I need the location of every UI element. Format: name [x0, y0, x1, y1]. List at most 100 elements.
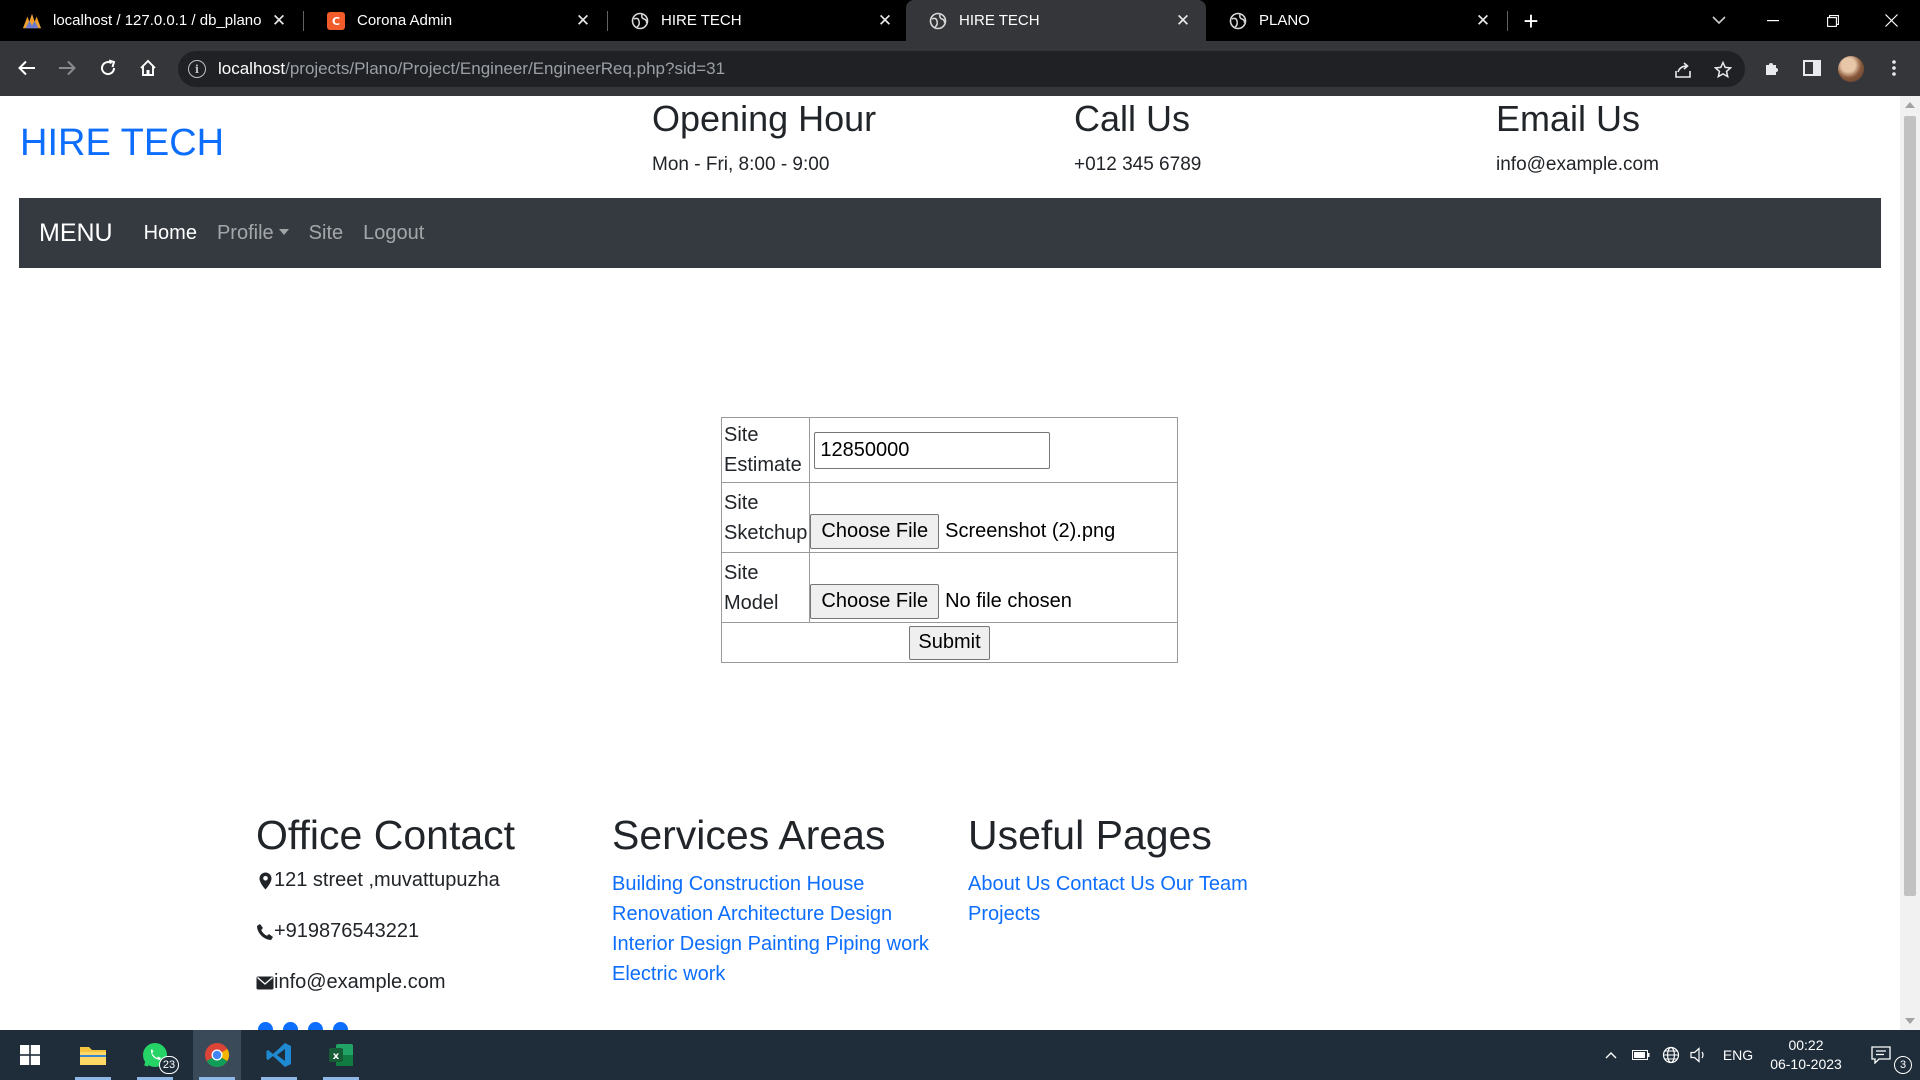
vscode-icon [266, 1043, 291, 1067]
new-tab-button[interactable]: + [1517, 6, 1545, 36]
tab-plano[interactable]: PLANO ✕ [1206, 0, 1506, 41]
side-panel-icon[interactable] [1798, 54, 1826, 82]
service-link[interactable]: Piping work [825, 933, 928, 955]
submit-row: Submit [721, 622, 1178, 663]
tab-title: localhost / 127.0.0.1 / db_plano [53, 12, 262, 29]
close-tab-icon[interactable]: ✕ [572, 10, 594, 32]
vscode-app[interactable] [255, 1030, 303, 1080]
tab-corona-admin[interactable]: C Corona Admin ✕ [304, 0, 606, 41]
service-link[interactable]: Building Construction [612, 873, 801, 895]
site-estimate-label: Site Estimate [720, 417, 811, 483]
office-address: 121 street ,muvattupuzha [256, 869, 515, 892]
social-icons-row[interactable] [258, 1022, 348, 1030]
profile-avatar[interactable] [1838, 56, 1864, 82]
site-info-icon[interactable]: i [188, 60, 206, 78]
service-link[interactable]: Renovation [612, 903, 713, 925]
notification-center-icon[interactable] [1866, 1030, 1896, 1080]
clock-time: 00:22 [1788, 1037, 1824, 1053]
service-link[interactable]: Electric work [612, 963, 725, 985]
site-model-cell: Choose File No file chosen [809, 552, 1178, 623]
page-link[interactable]: Our Team [1160, 873, 1247, 895]
excel-app[interactable]: x [317, 1030, 365, 1080]
close-tab-icon[interactable]: ✕ [1172, 10, 1194, 32]
whatsapp-app[interactable]: 23 [131, 1030, 179, 1080]
page-link[interactable]: Contact Us [1056, 873, 1155, 895]
address-bar[interactable]: i localhost/projects/Plano/Project/Engin… [178, 51, 1745, 87]
file-explorer-app[interactable] [69, 1030, 117, 1080]
close-window-button[interactable] [1868, 0, 1914, 41]
tab-title: HIRE TECH [661, 12, 742, 29]
address-url[interactable]: localhost/projects/Plano/Project/Enginee… [218, 59, 725, 79]
choose-sketchup-file-button[interactable]: Choose File [810, 514, 940, 549]
chrome-icon [205, 1043, 230, 1068]
share-icon[interactable] [1672, 59, 1694, 81]
back-button[interactable] [13, 54, 41, 82]
email-us-address: info@example.com [1496, 154, 1659, 175]
tab-hire-tech[interactable]: HIRE TECH ✕ [608, 0, 908, 41]
tab-search-chevron-icon[interactable] [1696, 0, 1742, 41]
minimize-button[interactable] [1750, 0, 1796, 41]
call-us-block: Call Us +012 345 6789 [1074, 96, 1201, 176]
close-tab-icon[interactable]: ✕ [268, 10, 290, 32]
restore-button[interactable] [1810, 0, 1856, 41]
kebab-menu-icon[interactable] [1880, 54, 1908, 82]
reload-button[interactable] [94, 54, 122, 82]
service-link[interactable]: Architecture Design [718, 903, 893, 925]
close-tab-icon[interactable]: ✕ [1472, 10, 1494, 32]
facebook-icon[interactable] [283, 1022, 298, 1030]
twitter-icon[interactable] [258, 1022, 273, 1030]
youtube-icon[interactable] [308, 1022, 323, 1030]
nav-site[interactable]: Site [309, 222, 343, 245]
office-contact-title: Office Contact [256, 812, 516, 858]
battery-icon[interactable] [1630, 1030, 1652, 1080]
extensions-puzzle-icon[interactable] [1758, 54, 1786, 82]
browser-tab-strip: localhost / 127.0.0.1 / db_plano ✕ C Cor… [0, 0, 1920, 41]
close-tab-icon[interactable]: ✕ [874, 10, 896, 32]
page-scrollbar[interactable] [1900, 96, 1920, 1030]
tab-title: Corona Admin [357, 12, 453, 29]
model-file-picker: Choose File No file chosen [810, 584, 1177, 619]
system-clock[interactable]: 00:22 06-10-2023 [1760, 1036, 1852, 1074]
start-button[interactable] [6, 1030, 54, 1080]
home-button[interactable] [134, 54, 162, 82]
nav-profile-dropdown[interactable]: Profile [217, 222, 289, 245]
main-navbar: MENU Home Profile Site Logout [19, 198, 1881, 268]
globe-icon [928, 11, 948, 31]
menu-brand[interactable]: MENU [39, 219, 113, 248]
bookmark-star-icon[interactable] [1712, 59, 1734, 81]
page-link[interactable]: Projects [968, 903, 1040, 925]
language-indicator[interactable]: ENG [1718, 1030, 1758, 1080]
show-hidden-icons-chevron-icon[interactable] [1600, 1030, 1622, 1080]
brand-logo-text[interactable]: HIRE TECH [20, 122, 224, 165]
nav-logout[interactable]: Logout [363, 222, 424, 245]
windows-logo-icon [20, 1045, 40, 1065]
site-estimate-cell [809, 417, 1178, 483]
tab-phpmyadmin[interactable]: localhost / 127.0.0.1 / db_plano ✕ [0, 0, 302, 41]
corona-admin-icon: C [326, 11, 346, 31]
service-link[interactable]: House [807, 873, 865, 895]
linkedin-icon[interactable] [333, 1022, 348, 1030]
windows-taskbar: 23 x ENG 00:22 06-10-2023 3 [0, 1030, 1920, 1080]
nav-home[interactable]: Home [144, 222, 197, 245]
choose-model-file-button[interactable]: Choose File [810, 584, 940, 619]
network-globe-icon[interactable] [1660, 1030, 1682, 1080]
site-model-row: Site Model Choose File No file chosen [720, 552, 1178, 623]
volume-icon[interactable] [1688, 1030, 1710, 1080]
svg-text:C: C [332, 15, 340, 28]
scroll-down-arrow-icon[interactable] [1905, 1018, 1915, 1024]
chrome-app[interactable] [193, 1030, 241, 1080]
services-links: Building Construction House Renovation A… [612, 869, 972, 989]
service-link[interactable]: Painting [748, 933, 820, 955]
useful-pages-links: About Us Contact Us Our Team Projects [968, 869, 1268, 929]
scroll-up-arrow-icon[interactable] [1905, 102, 1915, 108]
tab-title: PLANO [1259, 12, 1310, 29]
scrollbar-thumb[interactable] [1904, 116, 1916, 896]
folder-icon [80, 1047, 106, 1065]
forward-button[interactable] [53, 54, 81, 82]
page-link[interactable]: About Us [968, 873, 1050, 895]
submit-button[interactable]: Submit [909, 625, 990, 660]
service-link[interactable]: Interior Design [612, 933, 742, 955]
site-sketchup-row: Site Sketchup Choose File Screenshot (2).… [720, 482, 1178, 553]
site-estimate-input[interactable] [814, 431, 1051, 469]
tab-hire-tech-active[interactable]: HIRE TECH ✕ [906, 0, 1206, 41]
